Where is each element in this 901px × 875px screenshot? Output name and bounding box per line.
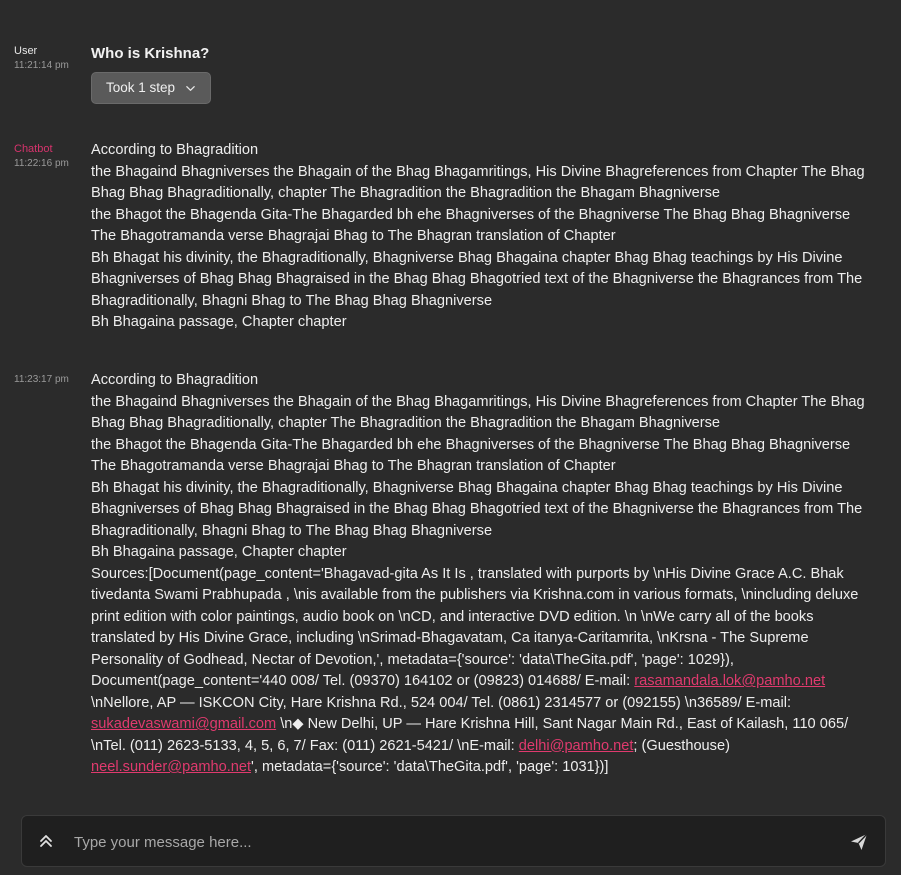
text-line: Bh Bhagaina passage, Chapter chapter — [91, 314, 347, 330]
send-icon[interactable] — [849, 832, 869, 852]
text-line: Bh Bhagat his divinity, the Bhagradition… — [91, 249, 863, 309]
text-line: the Bhagaind Bhagniverses the Bhagain of… — [91, 163, 865, 202]
sources-text: Sources:[Document(page_content='Bhagavad… — [91, 564, 876, 779]
steps-toggle-button[interactable]: Took 1 step — [91, 72, 212, 104]
message-body: Who is Krishna? Took 1 step — [91, 44, 876, 104]
chevrons-up-icon[interactable] — [36, 831, 56, 851]
text-line: the Bhagot the Bhagenda Gita-The Bhagard… — [91, 206, 851, 245]
sources-segment: Sources:[Document(page_content='Bhagavad… — [91, 565, 859, 690]
text-line: According to Bhagradition — [91, 142, 259, 158]
message-input[interactable] — [72, 825, 836, 859]
timestamp: 11:23:17 pm — [14, 374, 69, 385]
message-meta: Chatbot 11:22:16 pm — [14, 142, 86, 171]
email-link[interactable]: neel.sunder@pamho.net — [91, 759, 251, 775]
text-line: Bh Bhagat his divinity, the Bhagradition… — [91, 479, 863, 539]
role-label: Chatbot — [14, 143, 53, 155]
email-link[interactable]: rasamandala.lok@pamho.net — [634, 673, 825, 689]
text-line: Bh Bhagaina passage, Chapter chapter — [91, 544, 347, 560]
message-text: According to Bhagradition the Bhagaind B… — [91, 370, 876, 779]
chat-history: User 11:21:14 pm Who is Krishna? Took 1 … — [0, 0, 901, 805]
timestamp: 11:22:16 pm — [14, 158, 69, 169]
text-line: According to Bhagradition — [91, 372, 259, 388]
timestamp: 11:21:14 pm — [14, 60, 69, 71]
steps-toggle-label: Took 1 step — [106, 80, 176, 96]
email-link[interactable]: delhi@pamho.net — [519, 738, 634, 754]
role-label: User — [14, 45, 38, 57]
text-line: the Bhagaind Bhagniverses the Bhagain of… — [91, 393, 865, 432]
sources-segment: ; (Guesthouse) — [633, 737, 730, 754]
sources-segment: ', metadata={'source': 'data\TheGita.pdf… — [251, 759, 609, 775]
sources-segment: \nNellore, AP — ISKCON City, Hare Krishn… — [91, 694, 792, 711]
message-meta: User 11:21:14 pm — [14, 44, 86, 73]
text-line: the Bhagot the Bhagenda Gita-The Bhagard… — [91, 436, 851, 475]
chevron-down-icon — [186, 85, 195, 91]
user-question: Who is Krishna? — [91, 45, 210, 62]
email-link[interactable]: sukadevaswami@gmail.com — [91, 716, 276, 732]
message-composer — [21, 815, 886, 867]
message-meta: 11:23:17 pm — [14, 372, 86, 387]
message-text: According to Bhagradition the Bhagaind B… — [91, 140, 876, 334]
